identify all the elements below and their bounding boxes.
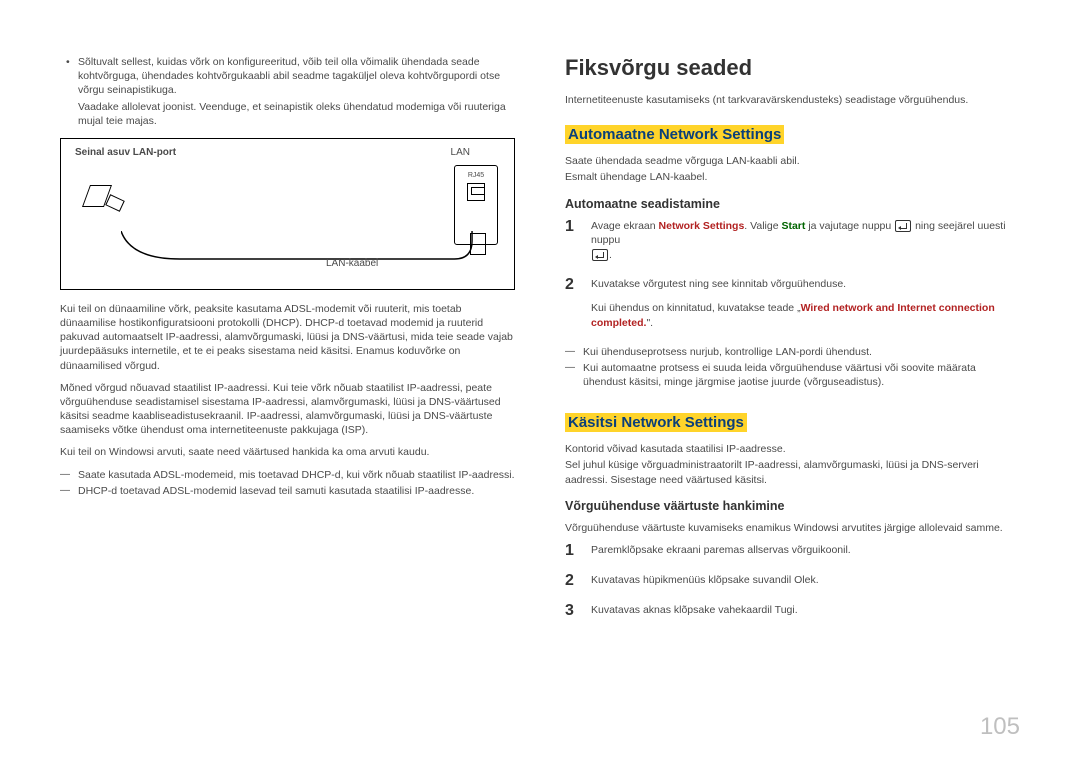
dash-item: DHCP-d toetavad ADSL-modemid lasevad tei… <box>60 484 515 498</box>
port-icon <box>467 183 485 201</box>
step-1: 1 Avage ekraan Network Settings. Valige … <box>565 219 1020 263</box>
paragraph: Võrguühenduse väärtuste kuvamiseks enami… <box>565 521 1020 535</box>
paragraph: Esmalt ühendage LAN-kaabel. <box>565 170 1020 184</box>
manual-heading: Käsitsi Network Settings <box>565 413 747 432</box>
dash-notes: Saate kasutada ADSL-modemeid, mis toetav… <box>60 468 515 498</box>
ui-term: Start <box>781 220 805 232</box>
auto-heading: Automaatne Network Settings <box>565 125 784 144</box>
step-number: 3 <box>565 603 579 619</box>
enter-icon <box>592 249 608 261</box>
step-text: Paremklõpsake ekraani paremas allservas … <box>591 543 1020 558</box>
paragraph: Kui teil on dünaamiline võrk, peaksite k… <box>60 302 515 373</box>
page-number: 105 <box>980 713 1020 741</box>
paragraph: Mõned võrgud nõuavad staatilist IP-aadre… <box>60 381 515 438</box>
step-number: 1 <box>565 219 579 235</box>
connector-icon <box>470 233 486 255</box>
cable-line <box>121 231 474 261</box>
page-title: Fiksvõrgu seaded <box>565 55 1020 81</box>
paragraph: Saate ühendada seadme võrguga LAN-kaabli… <box>565 154 1020 168</box>
bullet-item: Sõltuvalt sellest, kuidas võrk on konfig… <box>60 55 515 98</box>
step-text: Kuvatavas hüpikmenüüs klõpsake suvandil … <box>591 573 1020 588</box>
rj45-label: RJ45 <box>455 172 497 179</box>
step-2: 2 Kuvatavas hüpikmenüüs klõpsake suvandi… <box>565 573 1020 589</box>
left-column: Sõltuvalt sellest, kuidas võrk on konfig… <box>60 55 515 633</box>
step-text: Kuvatavas aknas klõpsake vahekaardil Tug… <box>591 603 1020 618</box>
step-text: Kuvatakse võrgutest ning see kinnitab võ… <box>591 277 1020 331</box>
step-number: 2 <box>565 277 579 293</box>
bullet-text: Sõltuvalt sellest, kuidas võrk on konfig… <box>78 56 500 96</box>
paragraph: Sel juhul küsige võrguadministraatorilt … <box>565 458 1020 486</box>
right-column: Fiksvõrgu seaded Internetiteenuste kasut… <box>565 55 1020 633</box>
cable-label: LAN-kaabel <box>326 258 378 269</box>
paragraph: Kontorid võivad kasutada staatilisi IP-a… <box>565 442 1020 456</box>
wall-port-label: Seinal asuv LAN-port <box>75 147 176 158</box>
enter-icon <box>895 220 911 232</box>
dash-item: Kui automaatne protsess ei suuda leida v… <box>565 361 1020 389</box>
dash-item: Kui ühenduseprotsess nurjub, kontrollige… <box>565 345 1020 359</box>
step-number: 2 <box>565 573 579 589</box>
auto-sub-heading: Automaatne seadistamine <box>565 197 1020 211</box>
paragraph: Kui teil on Windowsi arvuti, saate need … <box>60 445 515 459</box>
ui-term: Network Settings <box>659 220 745 232</box>
dash-item: Saate kasutada ADSL-modemeid, mis toetav… <box>60 468 515 482</box>
step-number: 1 <box>565 543 579 559</box>
step-1: 1 Paremklõpsake ekraani paremas allserva… <box>565 543 1020 559</box>
manual-sub-heading: Võrguühenduse väärtuste hankimine <box>565 499 1020 513</box>
bullet-extra: Vaadake allolevat joonist. Veenduge, et … <box>60 100 515 128</box>
intro-bullets: Sõltuvalt sellest, kuidas võrk on konfig… <box>60 55 515 98</box>
step-text: Avage ekraan Network Settings. Valige St… <box>591 219 1020 263</box>
lan-diagram: Seinal asuv LAN-port LAN RJ45 LAN-kaabel <box>60 138 515 290</box>
step-3: 3 Kuvatavas aknas klõpsake vahekaardil T… <box>565 603 1020 619</box>
plug-icon <box>107 197 133 219</box>
intro-text: Internetiteenuste kasutamiseks (nt tarkv… <box>565 93 1020 107</box>
lan-label: LAN <box>451 147 470 158</box>
page-content: Sõltuvalt sellest, kuidas võrk on konfig… <box>0 0 1080 673</box>
step-2: 2 Kuvatakse võrgutest ning see kinnitab … <box>565 277 1020 331</box>
auto-dash-notes: Kui ühenduseprotsess nurjub, kontrollige… <box>565 345 1020 390</box>
